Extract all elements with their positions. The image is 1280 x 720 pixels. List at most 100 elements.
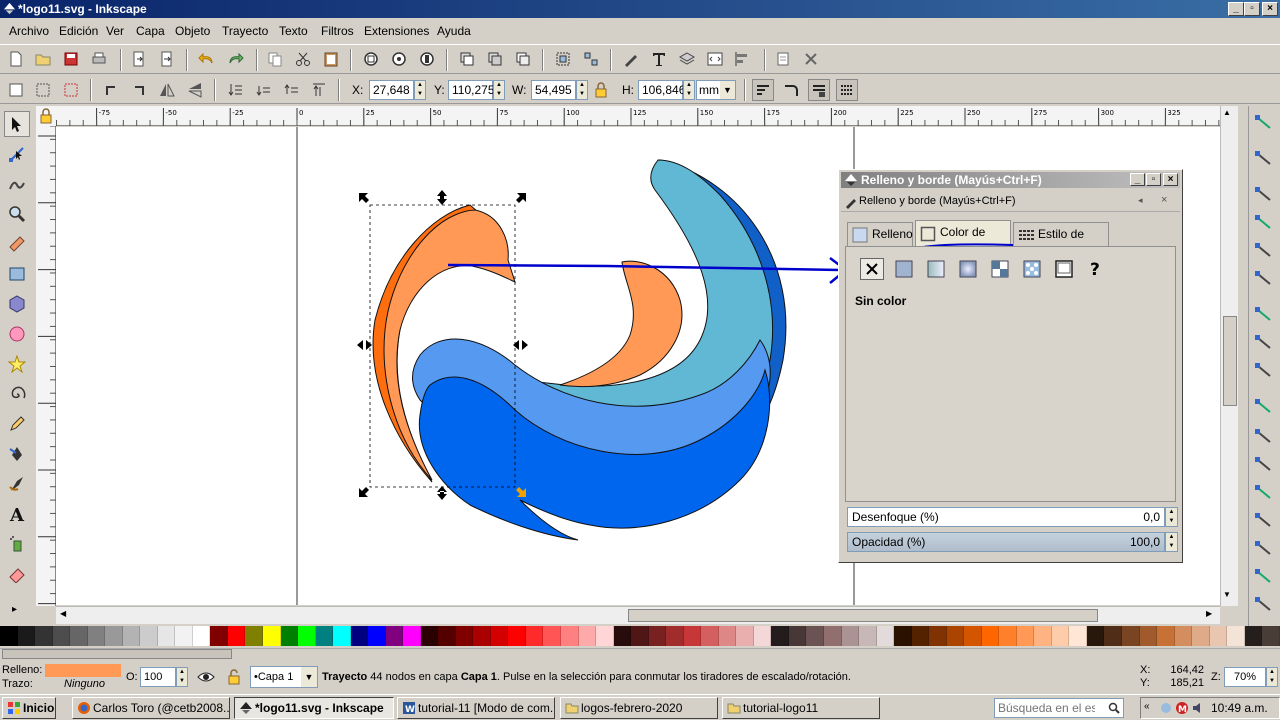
deselect-button[interactable] bbox=[60, 79, 82, 101]
palette-swatch[interactable] bbox=[403, 626, 421, 646]
palette-swatch[interactable] bbox=[333, 626, 351, 646]
rotate-cw-button[interactable] bbox=[128, 79, 150, 101]
select-all-layers-button[interactable] bbox=[32, 79, 54, 101]
snap-toggle-icon[interactable] bbox=[1255, 457, 1271, 471]
palette-swatch[interactable] bbox=[823, 626, 842, 646]
scale-radii-toggle[interactable] bbox=[780, 79, 802, 101]
paint-pattern-button[interactable] bbox=[1020, 258, 1044, 280]
maximize-button[interactable]: ▫ bbox=[1244, 2, 1260, 16]
palette-swatch[interactable] bbox=[17, 626, 36, 646]
calligraphy-tool[interactable] bbox=[4, 471, 30, 497]
palette-swatch[interactable] bbox=[438, 626, 456, 646]
paint-none-button[interactable] bbox=[860, 258, 884, 280]
lock-guides-icon[interactable] bbox=[36, 106, 56, 126]
opacity-input[interactable]: 100 bbox=[140, 667, 176, 687]
h-input[interactable]: 106,846 bbox=[638, 80, 685, 100]
export-button[interactable] bbox=[156, 48, 178, 70]
stroke-indicator[interactable]: Ninguno bbox=[64, 678, 105, 690]
palette-swatch[interactable] bbox=[105, 626, 123, 646]
palette-swatch[interactable] bbox=[140, 626, 158, 646]
layer-selector[interactable]: •Capa 1 ▼ bbox=[250, 666, 318, 688]
rectangle-tool[interactable] bbox=[4, 261, 30, 287]
preferences-button[interactable] bbox=[800, 48, 822, 70]
3d-box-tool[interactable] bbox=[4, 291, 30, 317]
scale-handle-nw[interactable] bbox=[359, 193, 369, 203]
palette-swatch[interactable] bbox=[385, 626, 404, 646]
snap-toggle-icon[interactable] bbox=[1255, 569, 1271, 583]
dialog-minimize-button[interactable]: _ bbox=[1130, 173, 1145, 186]
palette-swatch[interactable] bbox=[578, 626, 597, 646]
document-properties-button[interactable] bbox=[772, 48, 794, 70]
task-firefox[interactable]: Carlos Toro (@cetb2008... bbox=[72, 697, 230, 719]
text-font-button[interactable] bbox=[648, 48, 670, 70]
import-button[interactable] bbox=[128, 48, 150, 70]
task-folder-tutorial[interactable]: tutorial-logo11 bbox=[722, 697, 880, 719]
opacity-slider[interactable]: Opacidad (%) 100,0 ▲ ▼ bbox=[847, 532, 1178, 552]
menu-ver[interactable]: Ver bbox=[106, 24, 124, 38]
unlink-clone-button[interactable] bbox=[512, 48, 534, 70]
task-folder-logos[interactable]: logos-febrero-2020 bbox=[560, 697, 718, 719]
menu-filtros[interactable]: Filtros bbox=[321, 24, 354, 38]
redo-button[interactable] bbox=[224, 48, 246, 70]
scroll-right-arrow-icon[interactable]: ▶ bbox=[1206, 609, 1212, 618]
w-spinner[interactable]: ▲ ▼ bbox=[576, 80, 588, 100]
palette-swatch[interactable] bbox=[157, 626, 176, 646]
flip-horizontal-button[interactable] bbox=[156, 79, 178, 101]
new-document-button[interactable] bbox=[5, 48, 27, 70]
palette-swatch[interactable] bbox=[262, 626, 281, 646]
palette-swatch[interactable] bbox=[122, 626, 141, 646]
menu-capa[interactable]: Capa bbox=[136, 24, 165, 38]
palette-swatch[interactable] bbox=[946, 626, 965, 646]
spray-tool[interactable] bbox=[4, 531, 30, 557]
zoom-tool[interactable] bbox=[4, 201, 30, 227]
pen-tool[interactable] bbox=[4, 441, 30, 467]
scale-handle-n[interactable] bbox=[437, 190, 447, 205]
paint-unset-button[interactable]: ? bbox=[1084, 258, 1108, 280]
palette-swatch[interactable] bbox=[87, 626, 106, 646]
palette-swatch[interactable] bbox=[455, 626, 474, 646]
tab-relleno[interactable]: Relleno bbox=[847, 222, 913, 246]
palette-swatch[interactable] bbox=[210, 626, 228, 646]
toolbox-more-icon[interactable]: ▸ bbox=[12, 604, 17, 615]
palette-swatch[interactable] bbox=[613, 626, 632, 646]
palette-swatch[interactable] bbox=[1139, 626, 1158, 646]
palette-swatch[interactable] bbox=[841, 626, 860, 646]
palette-swatch[interactable] bbox=[473, 626, 491, 646]
node-tool[interactable] bbox=[4, 141, 30, 167]
snap-toggle-icon[interactable] bbox=[1255, 429, 1271, 443]
rotate-ccw-button[interactable] bbox=[100, 79, 122, 101]
unit-select[interactable]: mm ▼ bbox=[696, 80, 736, 100]
paint-swatch-button[interactable] bbox=[1052, 258, 1076, 280]
y-input[interactable]: 110,275 bbox=[448, 80, 495, 100]
select-all-button[interactable] bbox=[5, 79, 27, 101]
paint-radial-gradient-button[interactable] bbox=[956, 258, 980, 280]
task-inkscape[interactable]: *logo11.svg - Inkscape bbox=[234, 697, 394, 719]
palette-swatch[interactable] bbox=[701, 626, 719, 646]
palette-swatch[interactable] bbox=[631, 626, 649, 646]
duplicate-button[interactable] bbox=[456, 48, 478, 70]
palette-swatch[interactable] bbox=[368, 626, 386, 646]
palette-swatch[interactable] bbox=[859, 626, 877, 646]
palette-swatch[interactable] bbox=[894, 626, 912, 646]
palette-swatch[interactable] bbox=[315, 626, 334, 646]
start-button[interactable]: Inicio bbox=[2, 697, 56, 719]
palette-swatch[interactable] bbox=[490, 626, 509, 646]
palette-swatch[interactable] bbox=[1069, 626, 1087, 646]
layers-button[interactable] bbox=[676, 48, 698, 70]
y-spinner[interactable]: ▲ ▼ bbox=[493, 80, 505, 100]
task-word[interactable]: W tutorial-11 [Modo de com... bbox=[397, 697, 555, 719]
horizontal-scrollbar[interactable]: ◀ ▶ bbox=[56, 606, 1220, 624]
h-spinner[interactable]: ▲ ▼ bbox=[683, 80, 695, 100]
logo-inner-orange[interactable] bbox=[559, 260, 683, 388]
palette-swatch[interactable] bbox=[1209, 626, 1228, 646]
palette-swatch[interactable] bbox=[683, 626, 702, 646]
blur-slider[interactable]: Desenfoque (%) 0,0 ▲ ▼ bbox=[847, 507, 1178, 527]
scale-handle-ne[interactable] bbox=[516, 193, 526, 203]
x-input[interactable]: 27,648 bbox=[369, 80, 414, 100]
flip-vertical-button[interactable] bbox=[184, 79, 206, 101]
ungroup-button[interactable] bbox=[580, 48, 602, 70]
raise-button[interactable] bbox=[280, 79, 302, 101]
snap-toggle-icon[interactable] bbox=[1255, 307, 1271, 321]
palette-swatch[interactable] bbox=[245, 626, 263, 646]
vertical-scroll-thumb[interactable] bbox=[1223, 316, 1237, 406]
